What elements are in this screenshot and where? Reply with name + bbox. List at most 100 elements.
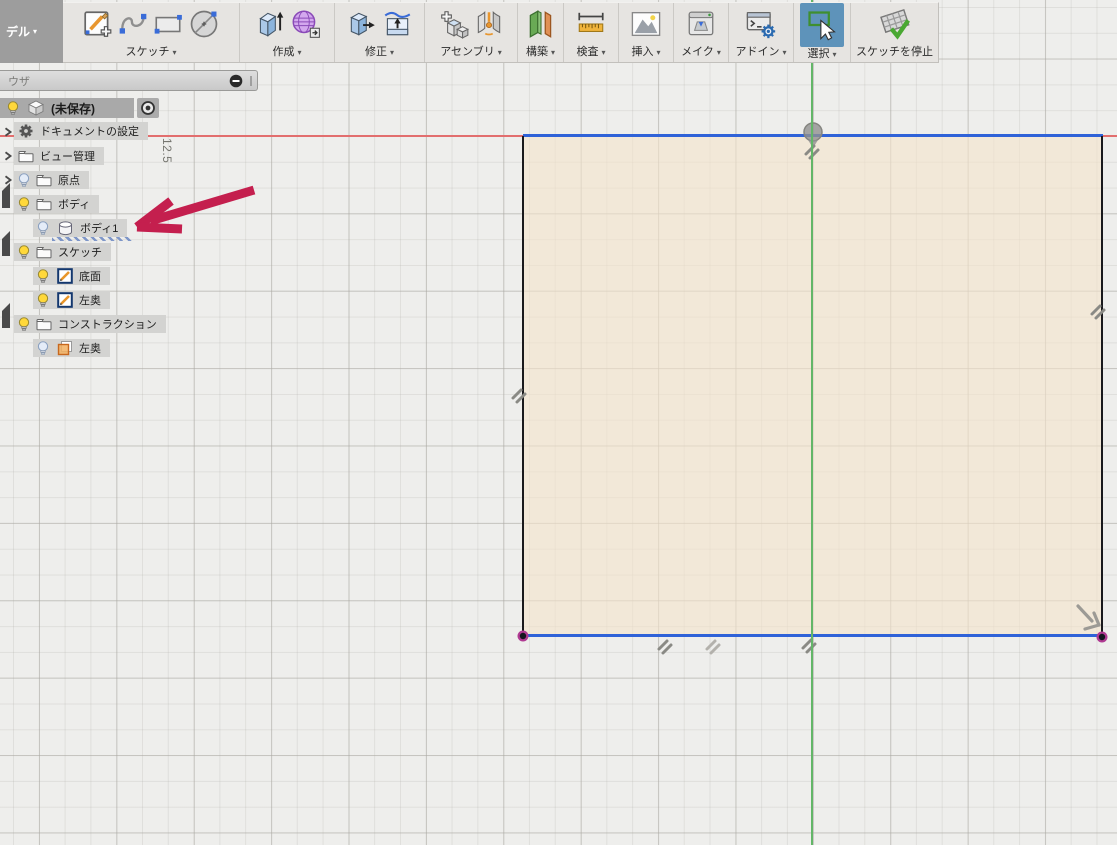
sketch-icon bbox=[57, 268, 73, 284]
bulb-on-icon[interactable] bbox=[37, 269, 49, 284]
circle-button[interactable] bbox=[187, 7, 221, 41]
sketch-y-axis[interactable] bbox=[811, 0, 813, 845]
toolbar-group-inspect: 検査▾ bbox=[564, 3, 619, 62]
chevron-down-icon: ▾ bbox=[390, 48, 394, 57]
grip-icon[interactable] bbox=[249, 75, 253, 87]
bulb-on-icon[interactable] bbox=[18, 317, 30, 332]
document-title: (未保存) bbox=[51, 100, 95, 117]
chevron-down-icon: ▾ bbox=[172, 48, 176, 57]
bulb-on-icon[interactable] bbox=[18, 245, 30, 260]
group-label-create[interactable]: 作成 bbox=[272, 46, 294, 58]
bulb-off-icon[interactable] bbox=[37, 341, 49, 356]
target-radio-icon[interactable] bbox=[137, 98, 159, 118]
bulb-off-icon[interactable] bbox=[37, 221, 49, 236]
joint-icon bbox=[473, 28, 505, 43]
tree-row-body1[interactable]: ボディ1 bbox=[33, 219, 127, 237]
bulb-on-icon[interactable] bbox=[7, 101, 19, 116]
tree-row-view-management[interactable]: ビュー管理 bbox=[14, 147, 104, 165]
expander-expanded-icon[interactable] bbox=[2, 320, 12, 330]
tree-row-sketch-leftback[interactable]: 左奥 bbox=[33, 291, 110, 309]
sketch-edge-top[interactable] bbox=[523, 134, 1103, 137]
spline-button[interactable] bbox=[117, 8, 149, 40]
create-sketch-button[interactable] bbox=[82, 8, 114, 40]
new-component-button[interactable] bbox=[438, 8, 470, 40]
press-pull-icon bbox=[346, 28, 378, 43]
folder-icon bbox=[36, 174, 52, 187]
extrude-icon bbox=[254, 28, 286, 43]
dimension-label[interactable]: 12.5 bbox=[160, 138, 174, 163]
chevron-down-icon: ▾ bbox=[782, 48, 786, 57]
tree-row-sketches-folder[interactable]: スケッチ bbox=[14, 243, 111, 261]
extrude-button[interactable] bbox=[254, 8, 286, 40]
sketch-edge-bottom[interactable] bbox=[523, 634, 1103, 637]
gear-icon bbox=[18, 123, 34, 139]
folder-icon bbox=[36, 198, 52, 211]
create-form-button[interactable] bbox=[289, 8, 321, 40]
parallel-constraint-icon[interactable] bbox=[803, 640, 815, 652]
bulb-on-icon[interactable] bbox=[18, 197, 30, 212]
stop-sketch-icon bbox=[877, 30, 913, 45]
chevron-down-icon: ▾ bbox=[717, 48, 721, 57]
stop-sketch-button[interactable] bbox=[877, 6, 913, 42]
tree-row-construction-folder[interactable]: コンストラクション bbox=[14, 315, 166, 333]
toolbar-group-stop-sketch: スケッチを停止 bbox=[851, 3, 938, 62]
toolbar-group-insert: 挿入▾ bbox=[619, 3, 674, 62]
group-label-modify[interactable]: 修正 bbox=[365, 46, 387, 58]
make-button[interactable] bbox=[685, 8, 717, 40]
tree-row-origin[interactable]: 原点 bbox=[14, 171, 89, 189]
toolbar-group-modify: 修正▾ bbox=[335, 3, 425, 62]
chevron-down-icon: ▾ bbox=[297, 48, 301, 57]
minus-circle-icon[interactable] bbox=[229, 74, 243, 88]
folder-icon bbox=[36, 318, 52, 331]
expander-expanded-icon[interactable] bbox=[2, 200, 12, 210]
circle-icon bbox=[187, 29, 221, 44]
toolbar-group-select: 選択▾ bbox=[794, 3, 851, 62]
offset-face-button[interactable] bbox=[381, 8, 413, 40]
group-label-assembly[interactable]: アセンブリ bbox=[440, 46, 494, 58]
create-sketch-icon bbox=[82, 28, 114, 43]
bulb-off-icon[interactable] bbox=[18, 173, 30, 188]
parallel-constraint-icon[interactable] bbox=[659, 641, 671, 653]
select-button[interactable] bbox=[800, 3, 844, 47]
group-label-sketch[interactable]: スケッチ bbox=[125, 46, 169, 58]
group-label-make[interactable]: メイク bbox=[681, 46, 714, 58]
expander-expanded-icon[interactable] bbox=[2, 248, 12, 258]
insert-button[interactable] bbox=[629, 7, 663, 41]
chevron-down-icon: ▾ bbox=[551, 48, 555, 57]
expander-collapsed-icon[interactable] bbox=[3, 151, 13, 161]
workspace-switcher[interactable]: デル ▾ bbox=[0, 0, 63, 63]
sketch-edge-left[interactable] bbox=[522, 136, 524, 637]
chevron-down-icon: ▾ bbox=[832, 50, 836, 59]
rectangle-button[interactable] bbox=[152, 8, 184, 40]
addins-button[interactable] bbox=[744, 7, 778, 41]
press-pull-button[interactable] bbox=[346, 8, 378, 40]
folder-icon bbox=[18, 150, 34, 163]
tree-row-bodies-folder[interactable]: ボディ bbox=[14, 195, 99, 213]
tree-row-sketch-bottom[interactable]: 底面 bbox=[33, 267, 110, 285]
folder-icon bbox=[36, 246, 52, 259]
group-label-select[interactable]: 選択 bbox=[807, 48, 829, 60]
expander-collapsed-icon[interactable] bbox=[3, 127, 13, 137]
sketch-edge-right[interactable] bbox=[1101, 136, 1103, 637]
tree-row-document-settings[interactable]: ドキュメントの設定 bbox=[14, 122, 148, 140]
toolbar-group-construct: 構築▾ bbox=[518, 3, 564, 62]
offset-face-icon bbox=[381, 28, 413, 43]
joint-button[interactable] bbox=[473, 8, 505, 40]
form-icon bbox=[289, 28, 321, 43]
group-label-insert[interactable]: 挿入 bbox=[631, 46, 653, 58]
group-label-addins[interactable]: アドイン bbox=[735, 46, 779, 58]
measure-button[interactable] bbox=[575, 8, 607, 40]
bulb-on-icon[interactable] bbox=[37, 293, 49, 308]
group-label-inspect[interactable]: 検査 bbox=[576, 46, 598, 58]
chevron-down-icon: ▾ bbox=[33, 27, 37, 36]
toolbar-group-assembly: アセンブリ ▾ bbox=[425, 3, 518, 62]
sketch-icon bbox=[57, 292, 73, 308]
toolbar-group-sketch: スケッチ▾ bbox=[63, 3, 240, 62]
browser-root-document[interactable]: (未保存) bbox=[0, 98, 134, 118]
browser-panel-header[interactable]: ウザ bbox=[0, 70, 258, 91]
tree-row-construction-leftback[interactable]: 左奥 bbox=[33, 339, 110, 357]
group-label-construct[interactable]: 構築 bbox=[526, 46, 548, 58]
parallel-constraint-icon[interactable] bbox=[707, 641, 719, 653]
chevron-down-icon: ▾ bbox=[498, 48, 502, 57]
construction-plane-button[interactable] bbox=[525, 8, 557, 40]
